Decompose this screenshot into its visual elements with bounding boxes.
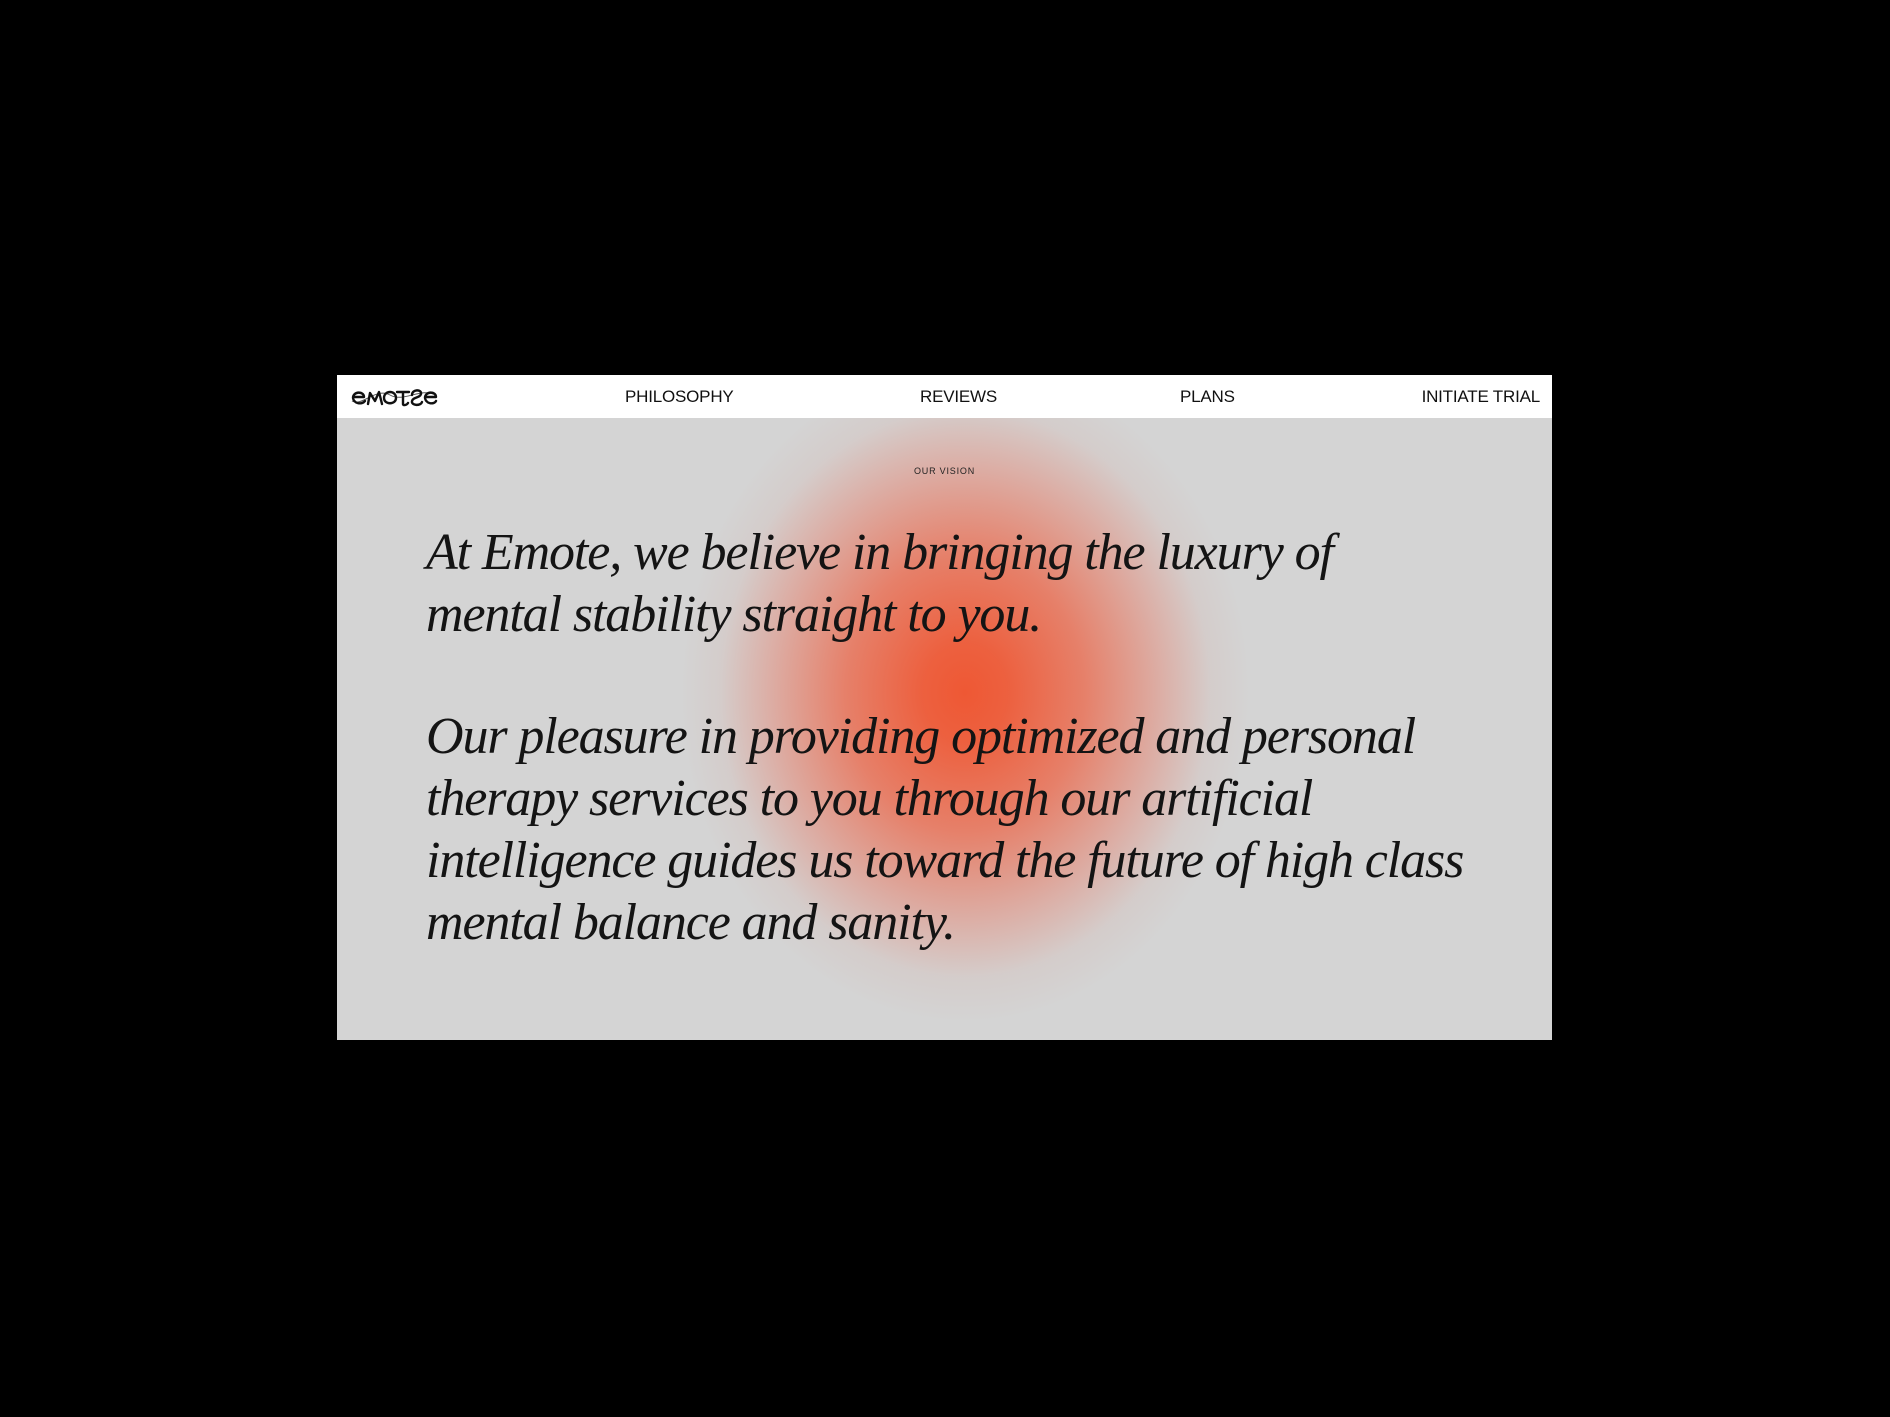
vision-hero-section: OUR VISION At Emote, we believe in bring… [337,418,1552,1040]
site-frame: PHILOSOPHY REVIEWS PLANS INITIATE TRIAL … [337,375,1552,1040]
vision-statement-paragraph: At Emote, we believe in bringing the lux… [426,524,1334,643]
vision-statement-paragraph: Our pleasure in providing optimized and … [426,708,1464,951]
nav-link-philosophy[interactable]: PHILOSOPHY [625,375,734,418]
top-navigation-bar: PHILOSOPHY REVIEWS PLANS INITIATE TRIAL [337,375,1552,418]
emote-wordmark-icon [351,389,438,407]
section-eyebrow-label: OUR VISION [913,466,975,476]
emote-logo[interactable] [350,383,438,410]
initiate-trial-button[interactable]: INITIATE TRIAL [1422,375,1541,418]
nav-link-reviews[interactable]: REVIEWS [920,375,997,418]
nav-link-plans[interactable]: PLANS [1180,375,1235,418]
